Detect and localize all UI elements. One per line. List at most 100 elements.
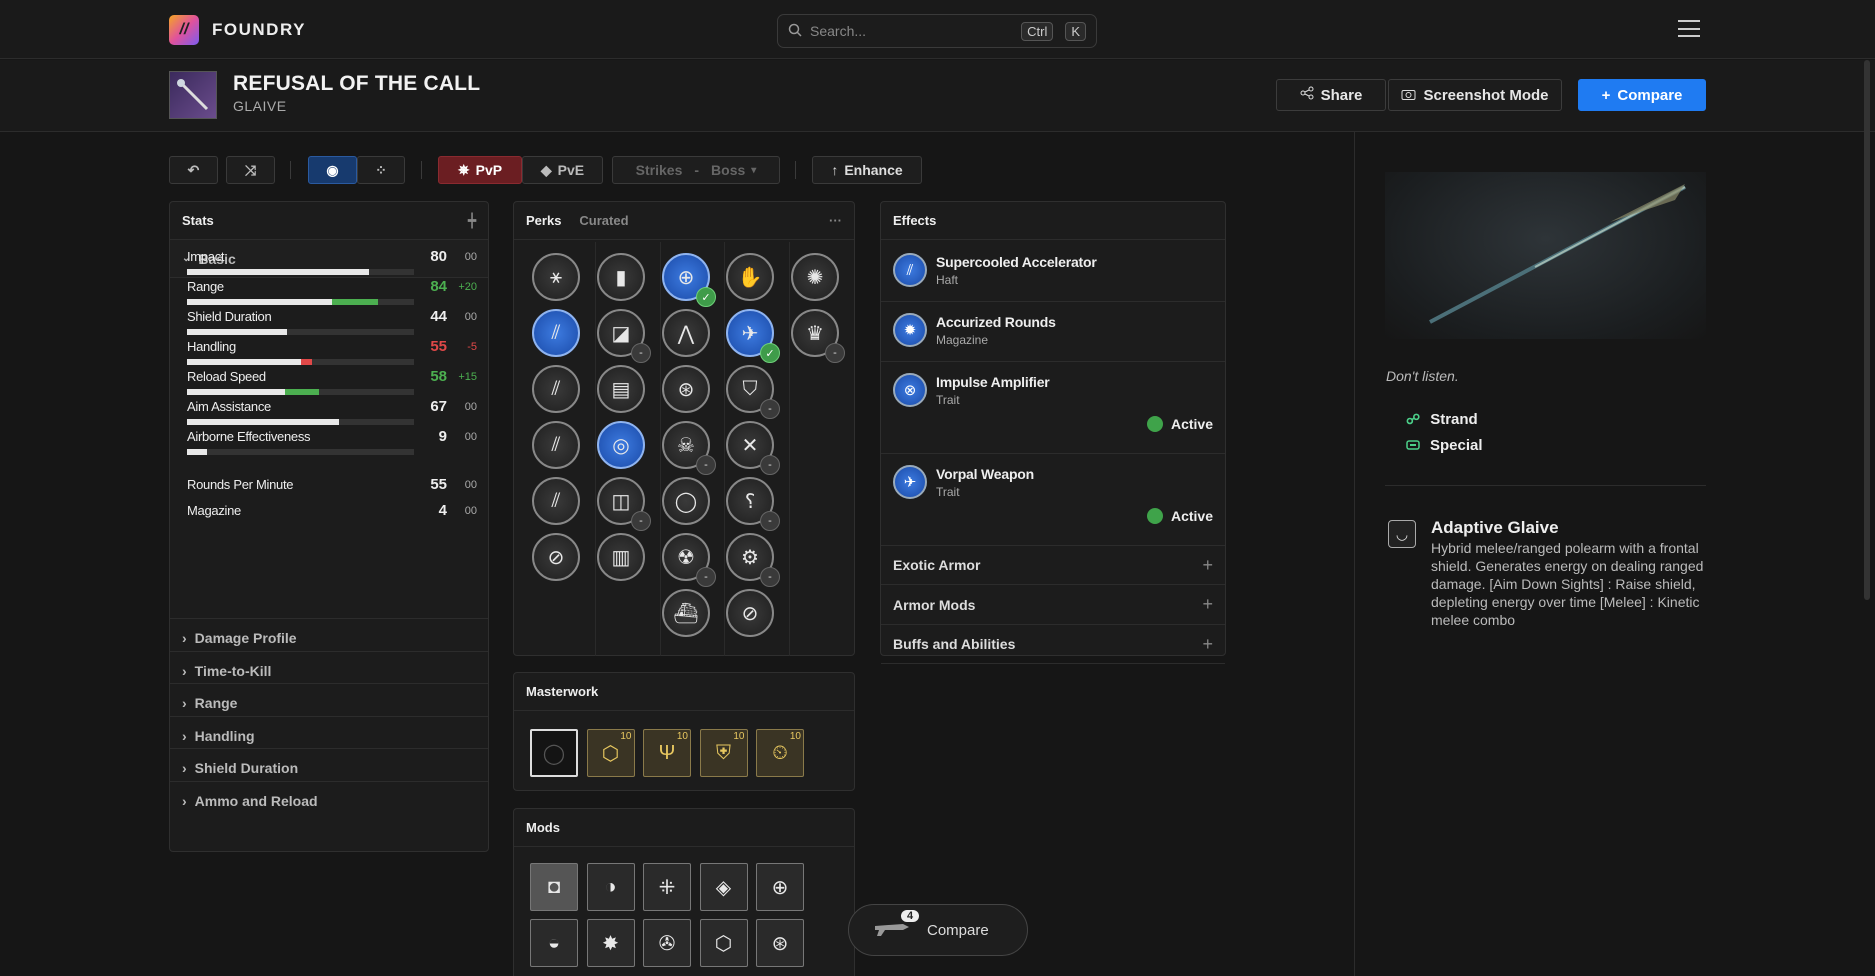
masterwork-option[interactable]: ⏲ 10: [756, 729, 804, 777]
masterwork-option[interactable]: ⛨ 10: [699, 729, 748, 777]
stat-section-label: Ammo and Reload: [194, 793, 318, 809]
effect-item[interactable]: ⫽ Supercooled Accelerator Haft: [881, 242, 1225, 302]
perk-slot[interactable]: ⫽: [532, 421, 580, 469]
masterwork-option[interactable]: Ψ 10: [643, 729, 691, 777]
effect-item[interactable]: ✹ Accurized Rounds Magazine: [881, 302, 1225, 362]
minus-icon: -: [631, 511, 651, 531]
minus-icon: -: [760, 567, 780, 587]
mod-icon: ⁜: [658, 876, 676, 899]
perk-column-divider: [595, 242, 596, 656]
perk-slot[interactable]: ◯: [662, 477, 710, 525]
shortcut-key-k: K: [1065, 21, 1086, 41]
curated-tab[interactable]: Curated: [579, 213, 628, 228]
add-stat-icon[interactable]: ┿: [468, 213, 476, 229]
perk-slot[interactable]: ⫽: [532, 477, 580, 525]
hamburger-menu-icon[interactable]: [1678, 20, 1700, 37]
effects-section-toggle[interactable]: Exotic Armor +: [881, 546, 1225, 585]
stat-section-toggle[interactable]: › Ammo and Reload: [170, 781, 488, 820]
perk-slot[interactable]: ⫽: [532, 365, 580, 413]
masterwork-level: 10: [676, 731, 688, 742]
perk-slot[interactable]: ⋀: [662, 309, 710, 357]
perk-icon: ◎: [612, 434, 630, 457]
masterwork-stat-icon: Ψ: [658, 741, 676, 764]
perk-slot[interactable]: ▥: [597, 533, 645, 581]
chevron-right-icon: ›: [182, 760, 187, 777]
masterwork-header: Masterwork: [514, 673, 854, 711]
mod-slot[interactable]: ◑: [586, 863, 635, 911]
foundry-logo-icon[interactable]: //: [169, 15, 199, 45]
perks-tab[interactable]: Perks: [526, 213, 561, 228]
perk-slot[interactable]: ⊘: [726, 589, 774, 637]
more-options-icon[interactable]: ···: [829, 213, 842, 228]
effects-section-label: Armor Mods: [893, 596, 976, 613]
screenshot-mode-button[interactable]: Screenshot Mode: [1388, 79, 1562, 111]
mod-slot[interactable]: ◒: [530, 919, 578, 967]
perk-icon: ✈: [741, 322, 759, 345]
perk-icon: ▥: [611, 546, 631, 569]
pvp-label: PvP: [475, 162, 503, 178]
mod-slot[interactable]: ✸: [586, 919, 635, 967]
perk-slot[interactable]: ✺: [791, 253, 839, 301]
camera-icon: [1401, 87, 1416, 104]
brand-name[interactable]: FOUNDRY: [212, 20, 306, 40]
mod-slot[interactable]: ✇: [643, 919, 691, 967]
weapon-name: REFUSAL OF THE CALL: [233, 72, 481, 95]
stat-bar: [187, 449, 414, 455]
perk-slot[interactable]: ◎: [597, 421, 645, 469]
chevron-down-icon: ▾: [751, 164, 757, 176]
perk-slot[interactable]: ⛴: [662, 589, 710, 637]
frame-name: Adaptive Glaive: [1431, 518, 1559, 537]
mod-slot[interactable]: ◈: [699, 863, 748, 911]
perk-slot[interactable]: ⊛: [662, 365, 710, 413]
effect-item[interactable]: ✈ Vorpal Weapon Trait Active: [881, 454, 1225, 546]
stat-name: Airborne Effectiveness: [187, 429, 311, 444]
mod-slot[interactable]: ◘: [530, 863, 578, 911]
search-input[interactable]: Search... Ctrl K: [777, 14, 1097, 48]
perk-slot[interactable]: ⚹: [532, 253, 580, 301]
perk-slot[interactable]: ▮: [597, 253, 645, 301]
perk-icon: ⫽: [551, 377, 561, 400]
stats-panel: Stats ┿ ⌄ Basic Impact 80 00 Range 84 +20 Shie…: [169, 201, 489, 852]
effect-icon: ⫽: [893, 253, 927, 287]
element-label: Strand: [1430, 411, 1478, 428]
perk-slot[interactable]: ⫽: [532, 309, 580, 357]
enhance-button[interactable]: ↑ Enhance: [812, 156, 922, 184]
undo-button[interactable]: ↶: [169, 156, 218, 184]
share-button[interactable]: Share: [1276, 79, 1386, 111]
stat-bar: [187, 269, 414, 275]
stat-bar: [187, 299, 414, 305]
perk-slot[interactable]: ✋: [726, 253, 774, 301]
effect-item[interactable]: ⊗ Impulse Amplifier Trait Active: [881, 362, 1225, 454]
stat-bar-fill: [187, 359, 301, 365]
arrow-up-icon: ↑: [831, 162, 839, 178]
minus-icon: -: [760, 399, 780, 419]
perk-icon: ♛: [806, 322, 824, 345]
page-scrollbar[interactable]: [1864, 60, 1870, 600]
stat-value: 80: [430, 248, 447, 265]
effects-section-toggle[interactable]: Armor Mods +: [881, 586, 1225, 625]
mod-slot[interactable]: ⬡: [699, 919, 748, 967]
effects-section-toggle[interactable]: Buffs and Abilities +: [881, 625, 1225, 664]
pve-toggle[interactable]: ◆ PvE: [522, 156, 603, 184]
stat-section-label: Handling: [194, 727, 255, 744]
view-grid-button[interactable]: ⁘: [357, 156, 405, 184]
masterwork-option[interactable]: ⬡ 10: [586, 729, 635, 777]
chevron-right-icon: ›: [182, 662, 187, 679]
view-single-button[interactable]: ◉: [308, 156, 357, 184]
perk-icon: ⸮: [744, 490, 756, 513]
mod-slot[interactable]: ⁜: [643, 863, 691, 911]
activity-select[interactable]: Strikes - Boss ▾: [612, 156, 780, 184]
stat-name: Magazine: [187, 503, 241, 518]
pvp-toggle[interactable]: ✵ PvP: [438, 156, 522, 184]
compare-button[interactable]: + Compare: [1578, 79, 1706, 111]
masterwork-empty-slot[interactable]: ◯: [530, 729, 578, 777]
compare-tray-button[interactable]: 4 Compare: [848, 904, 1028, 956]
mod-slot[interactable]: ⊛: [756, 919, 804, 967]
flavor-text: Don't listen.: [1386, 368, 1459, 384]
pvp-icon: ✵: [457, 161, 470, 178]
stat-delta: 00: [464, 251, 477, 263]
mod-slot[interactable]: ⊕: [756, 863, 804, 911]
perk-slot[interactable]: ▤: [597, 365, 645, 413]
perk-slot[interactable]: ⊘: [532, 533, 580, 581]
randomize-button[interactable]: ⤨: [226, 156, 275, 184]
